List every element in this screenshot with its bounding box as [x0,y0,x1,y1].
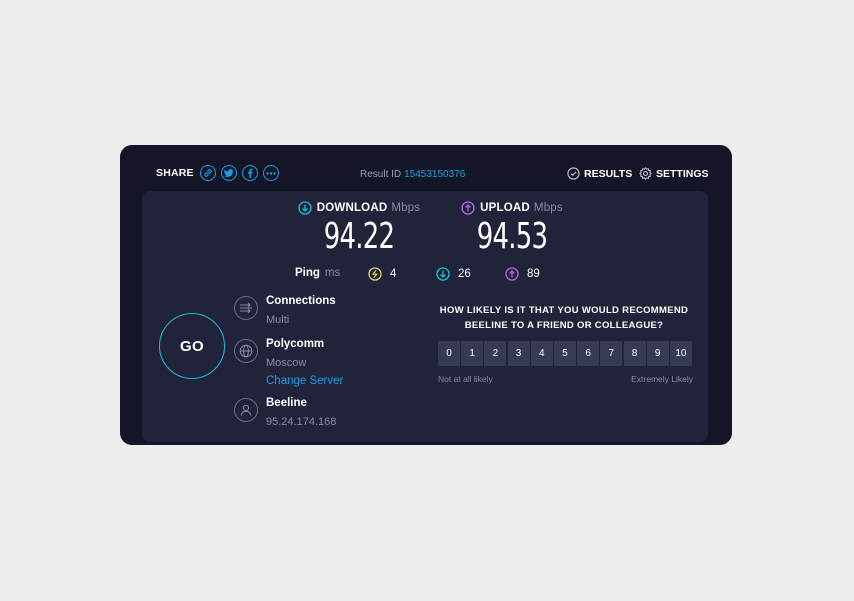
connections-icon [234,296,258,320]
ping-unit: ms [324,267,341,279]
ping-label-group: Ping ms [295,267,340,279]
download-unit: Mbps [391,202,421,214]
ping-upload: 89 [505,267,540,281]
rating-scale: 0 1 2 3 4 5 6 7 8 9 10 [438,341,692,366]
gear-icon [639,167,652,180]
rating-option[interactable]: 5 [553,341,576,366]
globe-icon [234,339,258,363]
check-circle-icon [567,167,580,180]
upload-header: UPLOAD Mbps [461,201,563,215]
upload-label: UPLOAD [480,202,530,214]
upload-metric: UPLOAD Mbps 94.53 [452,201,572,257]
facebook-icon[interactable] [241,165,258,181]
go-button[interactable]: GO [159,313,225,379]
survey-question: HOW LIKELY IS IT THAT YOU WOULD RECOMMEN… [439,305,689,331]
upload-arrow-icon [461,201,475,215]
upload-latency-icon [505,267,519,281]
download-header: DOWNLOAD Mbps [298,201,421,215]
top-bar: SHARE Result ID 15453150376 RESULTS SETTI… [120,145,732,191]
rating-option[interactable]: 9 [646,341,669,366]
settings-button[interactable]: SETTINGS [639,167,709,180]
rating-option[interactable]: 2 [484,341,507,366]
ping-idle-value: 4 [390,268,397,280]
scale-low-label: Not at all likely [438,374,493,384]
rating-option[interactable]: 3 [507,341,530,366]
download-arrow-icon [298,201,312,215]
upload-unit: Mbps [533,202,563,214]
provider-info: Beeline 95.24.174.168 [234,396,336,429]
upload-value: 94.53 [476,216,548,257]
connections-info: Connections Multi [234,294,336,327]
twitter-icon[interactable] [220,165,237,181]
result-id-link[interactable]: 15453150376 [404,169,465,180]
ping-idle: 4 [368,267,396,281]
download-metric: DOWNLOAD Mbps 94.22 [294,201,424,257]
change-server-link[interactable]: Change Server [266,374,343,388]
more-icon[interactable] [262,165,279,181]
server-info: Polycomm Moscow Change Server [234,337,343,388]
server-name: Polycomm [266,338,325,350]
connections-title: Connections [266,295,336,307]
speedtest-card: SHARE Result ID 15453150376 RESULTS SETTI… [120,145,732,445]
connections-mode[interactable]: Multi [266,314,336,327]
rating-option[interactable]: 7 [600,341,623,366]
provider-name: Beeline [266,397,307,409]
settings-label: SETTINGS [656,167,709,180]
results-panel: DOWNLOAD Mbps 94.22 UPLOAD Mbps 94.53 Pi… [142,191,708,442]
rating-option[interactable]: 1 [461,341,484,366]
ping-label: Ping [295,267,320,279]
result-id-display: Result ID 15453150376 [360,169,465,180]
results-button[interactable]: RESULTS [567,167,632,180]
rating-option[interactable]: 10 [669,341,692,366]
rating-option[interactable]: 0 [438,341,460,366]
download-value: 94.22 [323,216,395,257]
scale-high-label: Extremely Likely [631,374,693,384]
share-bar: SHARE [156,165,284,181]
rating-option[interactable]: 6 [577,341,600,366]
rating-option[interactable]: 4 [530,341,553,366]
provider-ip: 95.24.174.168 [266,416,337,428]
ping-upload-value: 89 [527,268,540,280]
download-latency-icon [436,267,450,281]
link-icon[interactable] [199,165,216,181]
result-id-label: Result ID [360,169,402,180]
download-label: DOWNLOAD [316,202,388,214]
idle-latency-icon [368,267,382,281]
server-location: Moscow [266,357,307,369]
user-icon [234,398,258,422]
ping-download: 26 [436,267,471,281]
share-label: SHARE [156,167,194,179]
results-label: RESULTS [584,167,633,180]
rating-option[interactable]: 8 [623,341,646,366]
ping-download-value: 26 [458,268,471,280]
